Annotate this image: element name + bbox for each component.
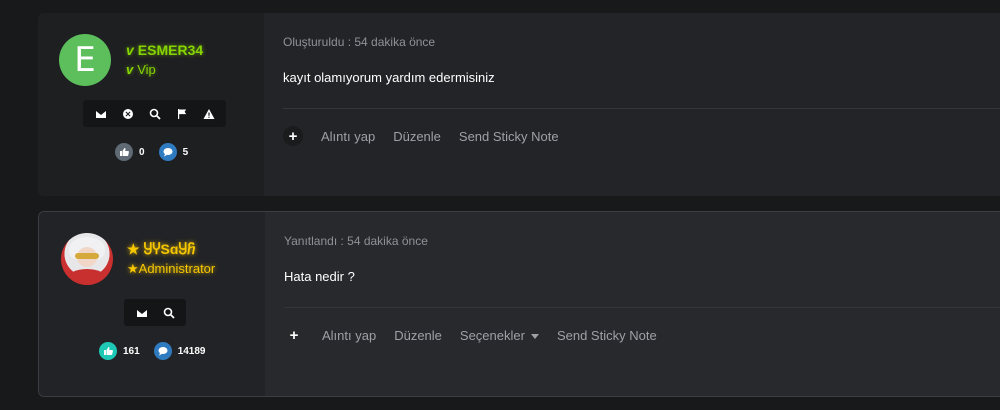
sticky-note-button[interactable]: Send Sticky Note [459,129,559,144]
quote-button[interactable]: Alıntı yap [322,328,376,343]
avatar[interactable]: E [59,34,111,86]
user-title-text: Vip [137,62,156,77]
divider [283,108,1000,109]
username-text: ႸჄЅɑႸⴌ [143,241,196,257]
message-count: 14189 [177,345,206,357]
options-label: Seçenekler [459,327,525,343]
post-content: Oluşturuldu : 54 dakika önce kayıt olamı… [264,13,1000,196]
user-tools [83,100,226,127]
like-count: 0 [139,146,145,158]
post-reply: ★ ႸჄЅɑႸⴌ ★Administrator 161 14189 Yanıtl… [38,211,1000,397]
divider [284,307,1000,308]
username[interactable]: ★ ႸჄЅɑႸⴌ [127,241,196,258]
quote-button[interactable]: Alıntı yap [321,129,375,144]
search-button[interactable] [155,299,182,326]
sticky-note-button[interactable]: Send Sticky Note [557,328,657,343]
user-stats: 0 5 [115,143,202,161]
caret-down-icon [530,333,539,339]
plus-icon[interactable]: + [284,325,304,345]
user-title: ★Administrator [127,261,215,277]
block-icon [122,108,133,119]
post-meta: Yanıtlandı : 54 dakika önce [284,234,428,248]
user-title: v Vip [126,62,156,77]
plus-icon[interactable]: + [283,126,303,146]
vip-icon: v [126,42,134,58]
options-dropdown[interactable]: Seçenekler [460,328,539,343]
star-icon: ★ [127,241,144,257]
edit-button[interactable]: Düzenle [394,328,442,343]
post-body: kayıt olamıyorum yardım edermisiniz [283,70,495,85]
user-stats: 161 14189 [99,342,220,360]
report-button[interactable] [168,100,195,127]
message-count: 5 [182,146,189,158]
username[interactable]: v ESMER34 [126,42,203,58]
post-actions: + Alıntı yap Düzenle Send Sticky Note [283,126,577,146]
search-button[interactable] [141,100,168,127]
warn-button[interactable] [195,100,222,127]
like-icon [115,143,133,161]
message-count-icon [158,143,177,161]
post-body: Hata nedir ? [284,269,355,284]
author-panel: E v ESMER34 v Vip 0 5 [38,13,264,196]
star-icon: ★ [127,261,139,276]
warning-icon [203,108,214,119]
like-icon [99,342,117,360]
username-text: ESMER34 [137,42,204,58]
edit-button[interactable]: Düzenle [393,129,441,144]
vip-icon: v [126,62,134,77]
post-actions: + Alıntı yap Düzenle Seçenekler Send Sti… [284,325,675,345]
user-tools [124,299,186,326]
flag-icon [177,108,186,119]
like-count: 161 [123,345,140,357]
avatar[interactable] [61,233,113,285]
envelope-icon [136,309,147,317]
message-button[interactable] [87,100,114,127]
envelope-icon [95,110,106,118]
post-meta: Oluşturuldu : 54 dakika önce [283,35,436,49]
message-button[interactable] [128,299,155,326]
search-icon [163,307,175,319]
user-title-text: Administrator [138,261,216,276]
ignore-button[interactable] [114,100,141,127]
search-icon [149,108,161,120]
author-panel: ★ ႸჄЅɑႸⴌ ★Administrator 161 14189 [39,212,265,396]
message-count-icon [153,342,172,360]
post-first: E v ESMER34 v Vip 0 5 Oluşturuldu: 54 d… [38,13,1000,196]
post-content: Yanıtlandı : 54 dakika önce Hata nedir ?… [265,212,1000,396]
